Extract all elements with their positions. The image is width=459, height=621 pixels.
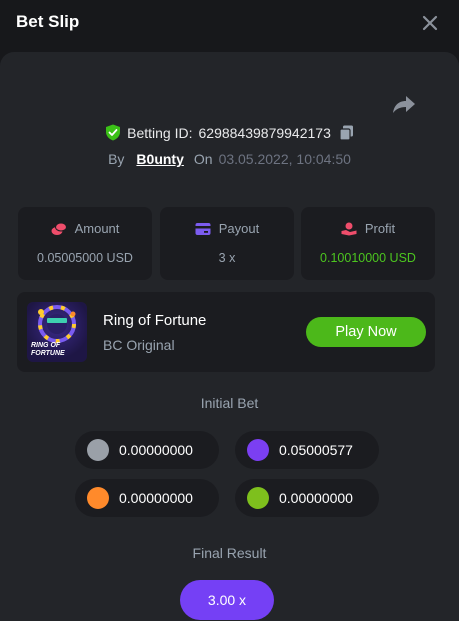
game-name: Ring of Fortune (103, 312, 207, 329)
modal-header: Bet Slip (0, 0, 459, 46)
stat-profit-value: 0.10010000 USD (320, 251, 416, 265)
on-label: On (193, 151, 213, 167)
currency-gray-icon (87, 439, 109, 461)
by-label: By (108, 151, 125, 167)
betting-id-label: Betting ID: (127, 124, 193, 141)
final-result-badge: 3.00 x (180, 580, 274, 620)
bet-date: 03.05.2022, 10:04:50 (218, 151, 351, 167)
currency-orange-icon (87, 487, 109, 509)
stat-payout-label: Payout (218, 221, 260, 236)
initial-bet-value: 0.05000577 (279, 442, 353, 458)
initial-bet-value: 0.00000000 (119, 442, 193, 458)
betting-id-value: 62988439879942173 (198, 124, 331, 141)
modal-title: Bet Slip (16, 12, 80, 31)
bettor-row: By B0unty On 03.05.2022, 10:04:50 (0, 151, 459, 171)
initial-bet-value: 0.00000000 (279, 490, 353, 506)
stat-profit-label: Profit (364, 221, 396, 236)
initial-bet-value: 0.00000000 (119, 490, 193, 506)
initial-bet-chip: 0.00000000 (235, 479, 379, 517)
profit-hand-icon (341, 222, 357, 236)
stat-profit: Profit 0.10010000 USD (301, 207, 435, 280)
game-thumbnail[interactable]: RING OF FORTUNE (27, 302, 87, 362)
game-card: RING OF FORTUNE Ring of Fortune BC Origi… (17, 292, 435, 372)
stat-amount: Amount 0.05005000 USD (18, 207, 152, 280)
play-now-button[interactable]: Play Now (306, 317, 426, 347)
stat-payout-value: 3 x (218, 251, 236, 265)
currency-green-icon (247, 487, 269, 509)
initial-bet-title: Initial Bet (200, 395, 259, 411)
stat-amount-value: 0.05005000 USD (37, 251, 133, 265)
betting-id-row: Betting ID: 62988439879942173 (0, 124, 459, 144)
shield-check-icon (105, 124, 121, 141)
close-icon[interactable] (419, 12, 441, 34)
currency-purple-icon (247, 439, 269, 461)
coins-icon (51, 222, 67, 236)
copy-icon[interactable] (339, 125, 354, 141)
initial-bet-chip: 0.00000000 (75, 479, 219, 517)
share-icon[interactable] (392, 93, 416, 115)
game-provider: BC Original (103, 337, 175, 353)
stat-amount-label: Amount (74, 221, 120, 236)
game-thumbnail-text: RING OF FORTUNE (31, 342, 65, 357)
final-result-title: Final Result (192, 545, 267, 561)
initial-bet-chip: 0.00000000 (75, 431, 219, 469)
bet-slip-modal: Bet Slip Betting ID: 62988439879942173 B… (0, 0, 459, 621)
bettor-username-link[interactable]: B0unty (136, 151, 183, 167)
stat-payout: Payout 3 x (160, 207, 294, 280)
initial-bet-chip: 0.05000577 (235, 431, 379, 469)
card-icon (195, 222, 211, 236)
